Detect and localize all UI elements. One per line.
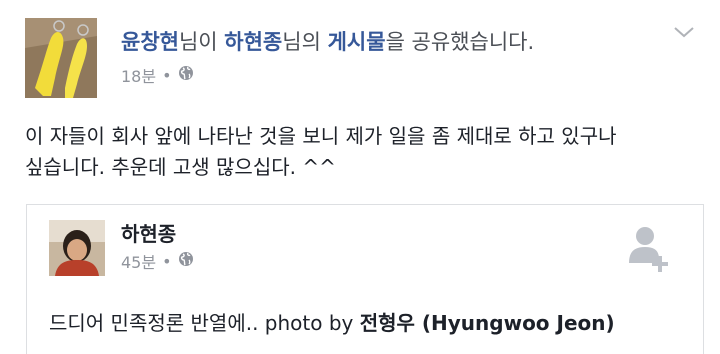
globe-icon[interactable] — [178, 251, 194, 271]
post-body: 이 자들이 회사 앞에 나타난 것을 보니 제가 일을 좀 제대로 하고 있구나… — [25, 121, 705, 183]
yellow-ribbon-image — [25, 18, 97, 98]
shared-post-card[interactable]: 하현종 45분 • 드디어 민족정론 반열에.. photo by 전형우 (H… — [26, 204, 704, 354]
post-header: 윤창현님이 하현종님의 게시물을 공유했습니다. — [121, 28, 534, 56]
header-text-3: 을 공유했습니다. — [385, 30, 535, 54]
shared-post-meta: 45분 • — [121, 249, 194, 273]
add-friend-button[interactable] — [627, 223, 671, 279]
add-friend-icon — [629, 227, 668, 272]
shared-author-avatar[interactable] — [49, 220, 105, 276]
shared-post-text: 드디어 민족정론 반열에.. photo by 전형우 (Hyungwoo Je… — [49, 307, 615, 336]
header-text-1: 님이 — [178, 30, 225, 54]
photo-credit-link[interactable]: 전형우 (Hyungwoo Jeon) — [360, 311, 615, 335]
shared-author-name[interactable]: 하현종 — [121, 218, 176, 247]
shared-author-link[interactable]: 하현종 — [224, 30, 282, 54]
header-text-2: 님의 — [282, 30, 328, 54]
post-menu-button[interactable] — [672, 24, 696, 44]
post-text-line-1: 이 자들이 회사 앞에 나타난 것을 보니 제가 일을 좀 제대로 하고 있구나 — [25, 124, 617, 148]
shared-post-link[interactable]: 게시물 — [328, 30, 386, 54]
post-timestamp[interactable]: 18분 — [121, 63, 156, 87]
author-avatar[interactable] — [25, 18, 97, 98]
shared-meta-separator: • — [162, 251, 172, 271]
globe-icon[interactable] — [178, 65, 194, 85]
meta-separator: • — [162, 65, 172, 85]
post-meta: 18분 • — [121, 63, 194, 87]
shared-text-prefix: 드디어 민족정론 반열에.. photo by — [49, 311, 360, 335]
shared-post-timestamp[interactable]: 45분 — [121, 249, 156, 273]
author-name-link[interactable]: 윤창현 — [121, 30, 179, 54]
chevron-down-icon — [674, 27, 694, 38]
profile-photo — [49, 220, 105, 276]
post-text-line-2: 싶습니다. 추운데 고생 많으십다. ^^ — [25, 155, 336, 179]
